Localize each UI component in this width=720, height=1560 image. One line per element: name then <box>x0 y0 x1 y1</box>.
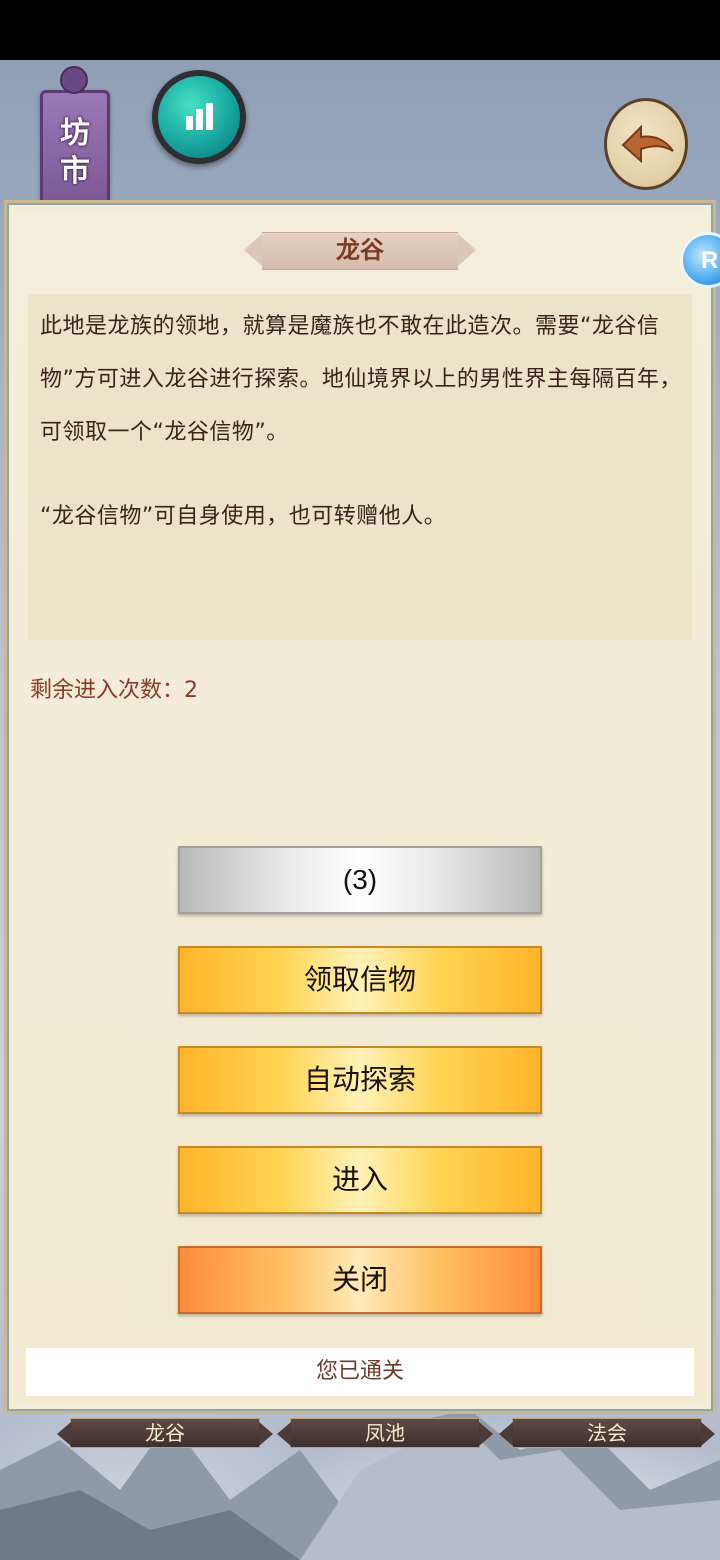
close-button[interactable]: 关闭 <box>178 1246 542 1314</box>
bar-chart-icon <box>186 103 213 130</box>
dialog-title: 龙谷 <box>336 236 384 264</box>
description-paragraph-1: 此地是龙族的领地，就算是魔族也不敢在此造次。需要“龙谷信物”方可进入龙谷进行探索… <box>40 314 682 445</box>
assistant-icon: R <box>701 247 719 274</box>
side-assistant-button[interactable]: R <box>680 222 720 288</box>
title-ribbon: 龙谷 <box>244 230 476 270</box>
market-banner[interactable]: 坊 市 <box>40 90 110 214</box>
back-arrow-icon <box>621 124 674 164</box>
description-paragraph-2: “龙谷信物”可自身使用，也可转赠他人。 <box>40 504 447 529</box>
remaining-entries: 剩余进入次数：2 <box>30 678 198 703</box>
countdown-button[interactable]: (3) <box>178 846 542 914</box>
cleared-message: 您已通关 <box>26 1348 694 1396</box>
banner-label-top: 坊 <box>60 116 90 151</box>
enter-button[interactable]: 进入 <box>178 1146 542 1214</box>
tab-phoenix-pool[interactable]: 凤池 <box>277 1418 493 1448</box>
claim-token-button[interactable]: 领取信物 <box>178 946 542 1014</box>
tab-assembly[interactable]: 法会 <box>499 1418 715 1448</box>
banner-label-bottom: 市 <box>60 154 90 189</box>
back-button[interactable] <box>604 98 688 190</box>
description-box: 此地是龙族的领地，就算是魔族也不敢在此造次。需要“龙谷信物”方可进入龙谷进行探索… <box>28 294 692 640</box>
auto-explore-button[interactable]: 自动探索 <box>178 1046 542 1114</box>
banner-ornament <box>60 66 88 94</box>
status-bar <box>0 0 720 60</box>
stats-button[interactable] <box>152 70 246 164</box>
tab-dragon-valley[interactable]: 龙谷 <box>57 1418 273 1448</box>
